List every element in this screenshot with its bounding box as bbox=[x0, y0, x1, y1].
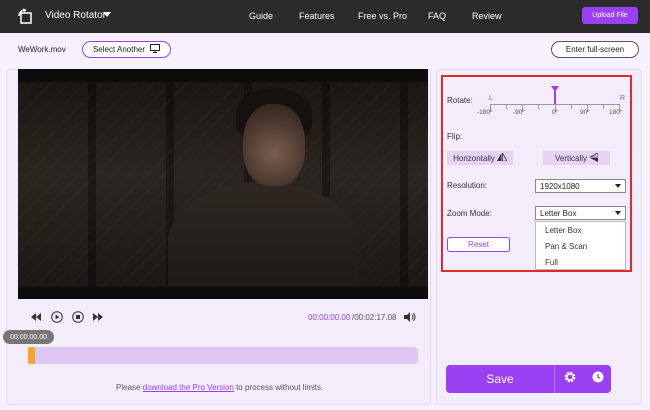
chevron-down-icon[interactable] bbox=[103, 12, 111, 17]
rotate-tick bbox=[603, 104, 604, 109]
rotate-tick-label: -180° bbox=[477, 109, 493, 116]
rotate-tick bbox=[506, 104, 507, 109]
resolution-label: Resolution: bbox=[447, 181, 488, 190]
nav-guide[interactable]: Guide bbox=[249, 11, 273, 21]
current-time: 00:00:00.00 bbox=[308, 313, 351, 322]
person-face bbox=[243, 104, 305, 186]
rotate-label: Rotate: bbox=[447, 96, 473, 105]
clock-icon bbox=[592, 370, 604, 388]
zoom-mode-label: Zoom Mode: bbox=[447, 209, 492, 218]
rotate-tick-label: 90° bbox=[580, 109, 590, 116]
rotate-logo-icon bbox=[16, 8, 34, 26]
select-another-label: Select Another bbox=[92, 45, 146, 54]
flip-vertical-button[interactable]: Vertically bbox=[543, 151, 610, 165]
previous-frame-icon[interactable] bbox=[30, 311, 42, 323]
nav-free-vs-pro[interactable]: Free vs. Pro bbox=[358, 11, 407, 21]
flip-vertical-label: Vertically bbox=[554, 153, 587, 163]
zoom-option-pan-scan[interactable]: Pan & Scan bbox=[545, 242, 587, 251]
resolution-select[interactable]: 1920x1080 bbox=[535, 179, 626, 193]
pro-note: Please download the Pro Version to proce… bbox=[116, 383, 323, 392]
history-button[interactable] bbox=[584, 365, 611, 393]
output-settings-button[interactable] bbox=[554, 365, 584, 393]
play-icon[interactable] bbox=[51, 311, 63, 323]
rotate-left-marker: L bbox=[489, 95, 493, 102]
download-pro-link[interactable]: download the Pro Version bbox=[143, 383, 234, 392]
video-frame bbox=[18, 82, 428, 287]
timeline-track[interactable] bbox=[28, 347, 418, 364]
flip-label: Flip: bbox=[447, 132, 463, 141]
pro-note-prefix: Please bbox=[116, 383, 143, 392]
nav-review[interactable]: Review bbox=[472, 11, 502, 21]
reset-button[interactable]: Reset bbox=[447, 237, 510, 252]
chevron-down-icon bbox=[615, 184, 621, 188]
enter-fullscreen-button[interactable]: Enter full-screen bbox=[551, 41, 639, 58]
gear-icon bbox=[563, 370, 577, 389]
save-button[interactable]: Save bbox=[446, 365, 554, 393]
timestamp-badge: 00:00:00.00 bbox=[3, 330, 54, 344]
total-time: /00:02:17.08 bbox=[352, 313, 397, 322]
select-another-button[interactable]: Select Another bbox=[82, 41, 171, 58]
next-frame-icon[interactable] bbox=[92, 311, 104, 323]
rotate-slider-handle[interactable] bbox=[551, 86, 559, 92]
rotate-tick-label: -90° bbox=[513, 109, 525, 116]
zoom-option-full[interactable]: Full bbox=[545, 258, 558, 267]
chevron-down-icon bbox=[615, 211, 621, 215]
flip-horizontal-label: Horizontally bbox=[453, 153, 495, 163]
nav-features[interactable]: Features bbox=[299, 11, 335, 21]
rotate-tick bbox=[538, 104, 539, 109]
zoom-option-letter-box[interactable]: Letter Box bbox=[545, 226, 581, 235]
rotate-tick-label: 0° bbox=[552, 109, 559, 116]
rotate-tick bbox=[571, 104, 572, 109]
flip-horizontal-button[interactable]: Horizontally bbox=[447, 151, 513, 165]
zoom-mode-value: Letter Box bbox=[540, 208, 577, 218]
zoom-mode-dropdown: Letter Box Pan & Scan Full bbox=[535, 221, 626, 270]
file-name: WeWork.mov bbox=[18, 45, 66, 54]
zoom-mode-select[interactable]: Letter Box bbox=[535, 206, 626, 220]
rotate-tick-label: 180° bbox=[609, 109, 623, 116]
rotate-slider-stem bbox=[554, 91, 556, 104]
app-title[interactable]: Video Rotator bbox=[45, 10, 106, 21]
stop-icon[interactable] bbox=[72, 311, 84, 323]
timeline-handle[interactable] bbox=[28, 347, 35, 364]
rotate-right-marker: R bbox=[620, 95, 626, 102]
flip-vertical-icon bbox=[589, 151, 599, 164]
flip-horizontal-icon bbox=[496, 151, 508, 163]
pro-note-suffix: to process without limits. bbox=[233, 383, 324, 392]
nav-faq[interactable]: FAQ bbox=[428, 11, 446, 21]
monitor-icon bbox=[150, 44, 161, 55]
resolution-value: 1920x1080 bbox=[540, 181, 580, 191]
volume-icon[interactable] bbox=[404, 311, 416, 323]
upload-file-button[interactable]: Upload File bbox=[582, 7, 638, 24]
